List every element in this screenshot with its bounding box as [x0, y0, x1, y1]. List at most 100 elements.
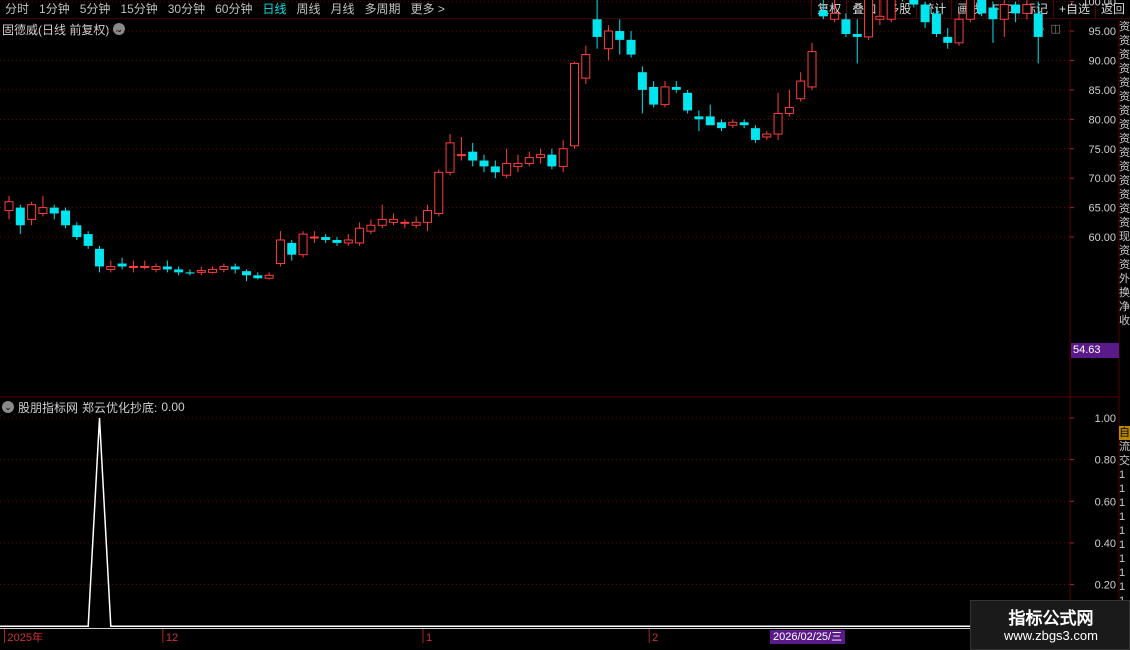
candle [784, 89, 794, 117]
candle [230, 263, 240, 274]
candle-body [513, 162, 523, 167]
candle-body [683, 92, 693, 111]
candle [909, 0, 919, 8]
candle-body [83, 234, 93, 246]
candle [965, 0, 975, 23]
side-panel-char: 资 [1119, 105, 1130, 117]
side-panel-char: 1 [1119, 553, 1126, 565]
price-tick-label: 95.00 [1088, 26, 1116, 38]
candle [174, 266, 184, 276]
candle-body [456, 154, 466, 157]
price-tick-label: 80.00 [1088, 114, 1116, 126]
candle [570, 61, 579, 149]
candle [864, 0, 874, 40]
candle [196, 266, 206, 276]
candle [649, 81, 659, 108]
candle-body [174, 269, 184, 273]
watermark-badge: 指标公式网 www.zbgs3.com [970, 600, 1130, 650]
candle [377, 204, 387, 229]
candle-body [547, 154, 557, 167]
indicator-tick-label: 1.00 [1095, 413, 1116, 425]
side-panel-char: 资 [1119, 245, 1130, 257]
side-panel-char [1119, 356, 1130, 370]
side-panel-char: 1 [1119, 581, 1126, 593]
candle-body [1022, 4, 1032, 14]
candle [208, 266, 218, 274]
side-panel-char: 资 [1119, 35, 1130, 47]
candle [411, 216, 421, 229]
candle [140, 260, 150, 270]
candle-body [739, 122, 749, 126]
candle-body [72, 225, 82, 238]
candle [637, 66, 647, 114]
candle-body [287, 242, 297, 255]
candle-body [15, 207, 25, 226]
candle [558, 139, 568, 173]
side-panel-char: 资 [1119, 119, 1130, 131]
side-panel-char: 资 [1119, 63, 1130, 75]
indicator-value: 0.00 [161, 400, 185, 414]
candle-body [728, 121, 738, 126]
candle-body [468, 151, 478, 161]
indicator-tick-label: 0.80 [1095, 455, 1116, 467]
candle-body [411, 221, 421, 226]
candle [901, 0, 903, 2]
candle-body [977, 0, 987, 14]
candle-body [117, 263, 127, 267]
side-panel-char: 资 [1119, 91, 1130, 103]
candle [626, 31, 636, 58]
candle [807, 42, 817, 90]
candle-body [954, 18, 964, 44]
candle-body [750, 128, 760, 140]
price-tick-label: 90.00 [1088, 55, 1116, 67]
price-tick-label: 100.00 [1082, 0, 1116, 9]
candle [275, 231, 285, 267]
candle-body [943, 36, 953, 43]
candle [83, 231, 93, 249]
stock-chart[interactable]: 105.00100.0095.0090.0085.0080.0075.0070.… [0, 0, 1130, 650]
candle [818, 0, 828, 20]
candle [705, 104, 715, 126]
candle-body [434, 171, 444, 214]
side-panel-char: 外 [1119, 273, 1130, 285]
candle-body [999, 4, 1009, 20]
grid-lines [0, 1, 1120, 630]
candle-body [389, 218, 399, 223]
watermark-title: 指标公式网 [1008, 609, 1094, 628]
side-panel-char [1119, 384, 1130, 398]
time-tick-label: 12 [166, 632, 178, 644]
price-tick-label: 65.00 [1088, 203, 1116, 215]
candle [671, 81, 681, 93]
candle-body [128, 265, 138, 268]
candle [287, 239, 297, 261]
price-tick-label: 85.00 [1088, 85, 1116, 97]
indicator-source: 股朋指标网 [18, 400, 79, 415]
candle-body [196, 270, 206, 273]
candle-body [592, 19, 602, 37]
candle-body [920, 4, 930, 23]
candle [106, 260, 116, 273]
candle [886, 0, 896, 23]
candle [875, 0, 885, 26]
candle-body [705, 116, 715, 126]
side-panel-char: 资 [1119, 203, 1130, 215]
candle-body [773, 112, 783, 135]
side-panel-char: 1 [1119, 525, 1126, 537]
candle-body [581, 54, 591, 79]
side-panel-char [1119, 398, 1130, 412]
candle-body [309, 236, 319, 239]
side-panel-char: 资 [1119, 175, 1130, 187]
time-tick-label: 1 [426, 632, 432, 644]
candle-body [671, 86, 681, 90]
chevron-down-icon[interactable]: ⌄ [2, 401, 14, 413]
candle-body [762, 133, 772, 138]
price-tick-label: 70.00 [1088, 173, 1116, 185]
candle [479, 154, 489, 173]
candle [61, 207, 71, 229]
side-panel-char: 换 [1119, 287, 1130, 299]
candle [434, 169, 444, 217]
candle [773, 92, 783, 140]
candle [841, 13, 851, 37]
side-panel-truncated: 资资资资资资资资资资资资资资资现资资外换净收 自流交11111111111111 [1119, 20, 1130, 630]
candle [988, 1, 998, 43]
